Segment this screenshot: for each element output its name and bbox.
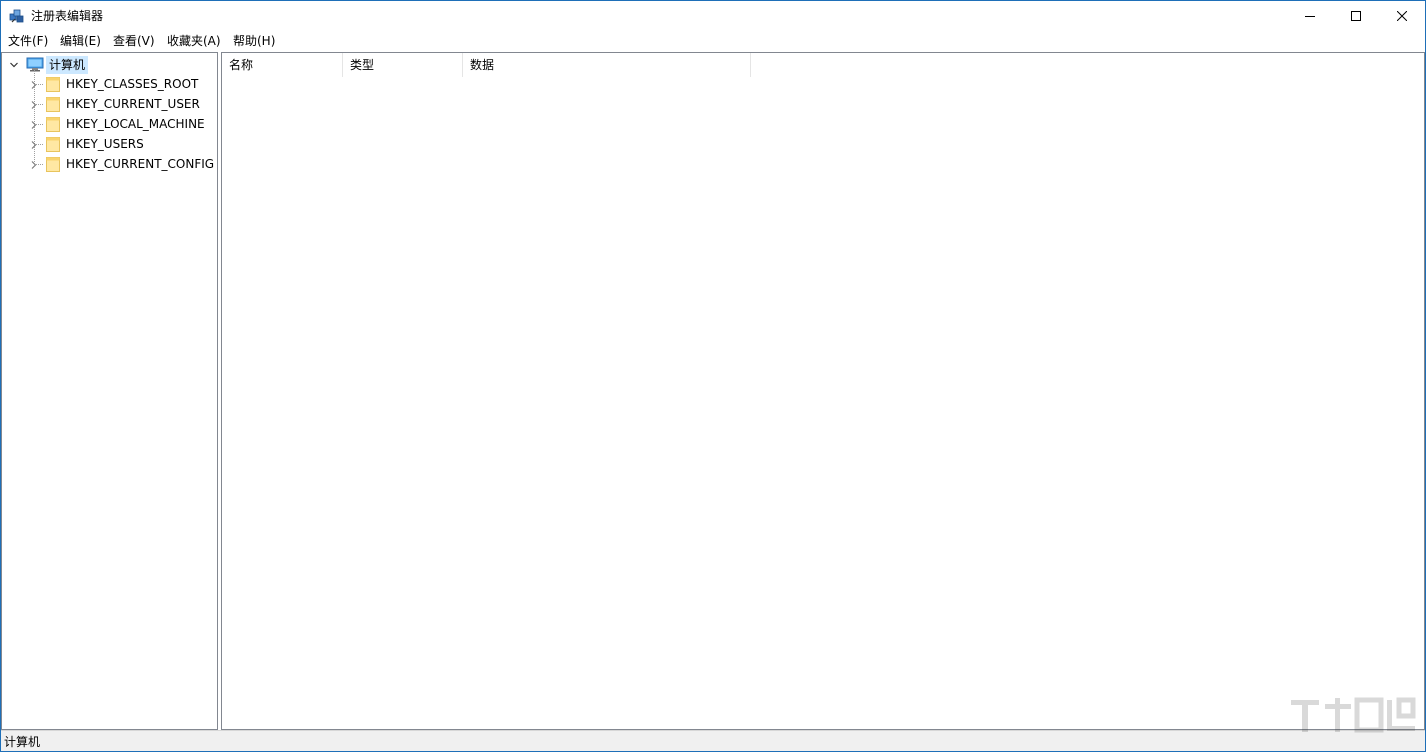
menu-file[interactable]: 文件(F) <box>7 33 49 49</box>
menu-view[interactable]: 查看(V) <box>112 33 156 49</box>
folder-icon <box>46 96 60 112</box>
tree-connector <box>35 84 43 85</box>
close-button[interactable] <box>1379 1 1425 31</box>
close-icon <box>1397 11 1407 21</box>
values-list-pane[interactable]: 名称 类型 数据 <box>221 52 1425 730</box>
folder-icon <box>46 136 60 152</box>
minimize-button[interactable] <box>1287 1 1333 31</box>
window-title: 注册表编辑器 <box>31 9 104 23</box>
column-header-type[interactable]: 类型 <box>343 53 463 77</box>
tree-node-hklm[interactable]: HKEY_LOCAL_MACHINE <box>2 114 217 134</box>
minimize-icon <box>1305 16 1315 17</box>
tree-node-label[interactable]: HKEY_CLASSES_ROOT <box>66 76 198 92</box>
chevron-down-icon[interactable] <box>9 59 19 69</box>
maximize-button[interactable] <box>1333 1 1379 31</box>
column-header-name[interactable]: 名称 <box>222 53 343 77</box>
folder-icon <box>46 116 60 132</box>
key-tree-pane[interactable]: 计算机 HKEY_CLASSES_ROOT HKEY_CURRENT_USER <box>1 52 218 730</box>
regedit-app-icon <box>9 8 25 24</box>
tree-node-label[interactable]: HKEY_CURRENT_USER <box>66 96 200 112</box>
maximize-icon <box>1351 11 1361 21</box>
tree-connector <box>35 144 43 145</box>
registry-editor-window: 注册表编辑器 文件(F) 编辑(E) 查看(V) 收藏夹(A) 帮助(H) 计算… <box>0 0 1426 752</box>
menu-favorites[interactable]: 收藏夹(A) <box>166 33 222 49</box>
watermark-logo <box>1289 696 1419 747</box>
folder-icon <box>46 156 60 172</box>
tree-node-hku[interactable]: HKEY_USERS <box>2 134 217 154</box>
title-bar[interactable]: 注册表编辑器 <box>1 1 1425 31</box>
tree-connector <box>35 124 43 125</box>
tree-node-hkcu[interactable]: HKEY_CURRENT_USER <box>2 94 217 114</box>
tree-node-hkcr[interactable]: HKEY_CLASSES_ROOT <box>2 74 217 94</box>
menu-help[interactable]: 帮助(H) <box>232 33 276 49</box>
tree-connector <box>35 104 43 105</box>
status-path: 计算机 <box>4 735 41 749</box>
status-bar: 计算机 <box>1 730 1425 751</box>
menu-edit[interactable]: 编辑(E) <box>59 33 102 49</box>
tree-node-label[interactable]: HKEY_USERS <box>66 136 144 152</box>
tree-root-label[interactable]: 计算机 <box>46 56 89 74</box>
tree-node-label[interactable]: HKEY_CURRENT_CONFIG <box>66 156 214 172</box>
computer-icon <box>26 57 44 72</box>
folder-icon <box>46 76 60 92</box>
tree-node-label[interactable]: HKEY_LOCAL_MACHINE <box>66 116 205 132</box>
tree-connector <box>35 164 43 165</box>
column-header-data[interactable]: 数据 <box>463 53 751 77</box>
menu-bar: 文件(F) 编辑(E) 查看(V) 收藏夹(A) 帮助(H) <box>1 31 1425 51</box>
tree-node-hkcc[interactable]: HKEY_CURRENT_CONFIG <box>2 154 217 174</box>
